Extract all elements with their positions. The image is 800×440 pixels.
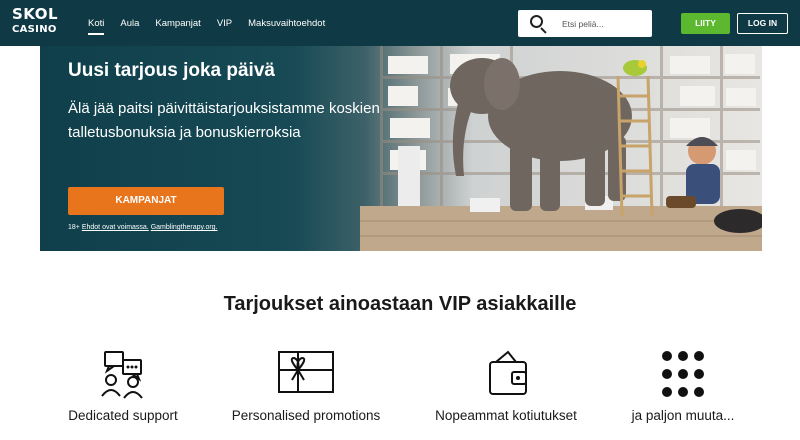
nav-item-kampanjat[interactable]: Kampanjat <box>155 18 200 35</box>
casino-logo[interactable]: SKOL CASINO <box>12 5 59 39</box>
library-elephant-illustration <box>360 46 762 251</box>
banner-title: Uusi tarjous joka päivä <box>68 60 275 81</box>
dots-grid-icon <box>653 348 713 400</box>
age-limit: 18+ <box>68 224 80 231</box>
top-header: SKOL CASINO Koti Aula Kampanjat VIP Maks… <box>0 0 800 46</box>
feature-label: ja paljon muuta... <box>631 408 735 423</box>
login-button[interactable]: LOG IN <box>737 13 788 34</box>
wallet-icon <box>476 348 536 400</box>
nav-item-maksuvaihtoehdot[interactable]: Maksuvaihtoehdot <box>248 18 325 35</box>
feature-label: Dedicated support <box>68 408 178 423</box>
feature-personalised-promotions: Personalised promotions <box>211 348 401 423</box>
campaigns-button[interactable]: KAMPANJAT <box>68 187 224 215</box>
nav-item-koti[interactable]: Koti <box>88 18 105 35</box>
feature-faster-withdrawals: Nopeammat kotiutukset <box>411 348 601 423</box>
feature-much-more: ja paljon muuta... <box>588 348 778 423</box>
gamblingtherapy-link[interactable]: Gamblingtherapy.org. <box>151 224 218 231</box>
nav-item-aula[interactable]: Aula <box>120 18 139 35</box>
gift-card-icon <box>276 348 336 400</box>
vip-section-title: Tarjoukset ainoastaan VIP asiakkaille <box>223 293 577 315</box>
logo-text-line1: SKOL <box>12 5 59 23</box>
feature-label: Personalised promotions <box>231 408 381 423</box>
promo-banner[interactable]: Uusi tarjous joka päivä Älä jää paitsi p… <box>40 46 762 251</box>
banner-subtitle: Älä jää paitsi päivittäistarjouksistamme… <box>68 100 380 141</box>
search-input[interactable] <box>562 18 642 29</box>
feature-label: Nopeammat kotiutukset <box>435 408 577 423</box>
main-nav: Koti Aula Kampanjat VIP Maksuvaihtoehdot <box>88 18 341 35</box>
logo-text-line2: CASINO <box>12 24 57 35</box>
support-chat-icon <box>93 348 153 400</box>
terms-line: 18+ Ehdot ovat voimassa. Gamblingtherapy… <box>68 224 218 231</box>
search-icon[interactable] <box>530 14 548 34</box>
terms-link[interactable]: Ehdot ovat voimassa. <box>82 224 149 231</box>
join-button[interactable]: LIITY <box>681 13 730 34</box>
nav-item-vip[interactable]: VIP <box>217 18 232 35</box>
feature-dedicated-support: Dedicated support <box>28 348 218 423</box>
search-box[interactable] <box>518 10 652 37</box>
